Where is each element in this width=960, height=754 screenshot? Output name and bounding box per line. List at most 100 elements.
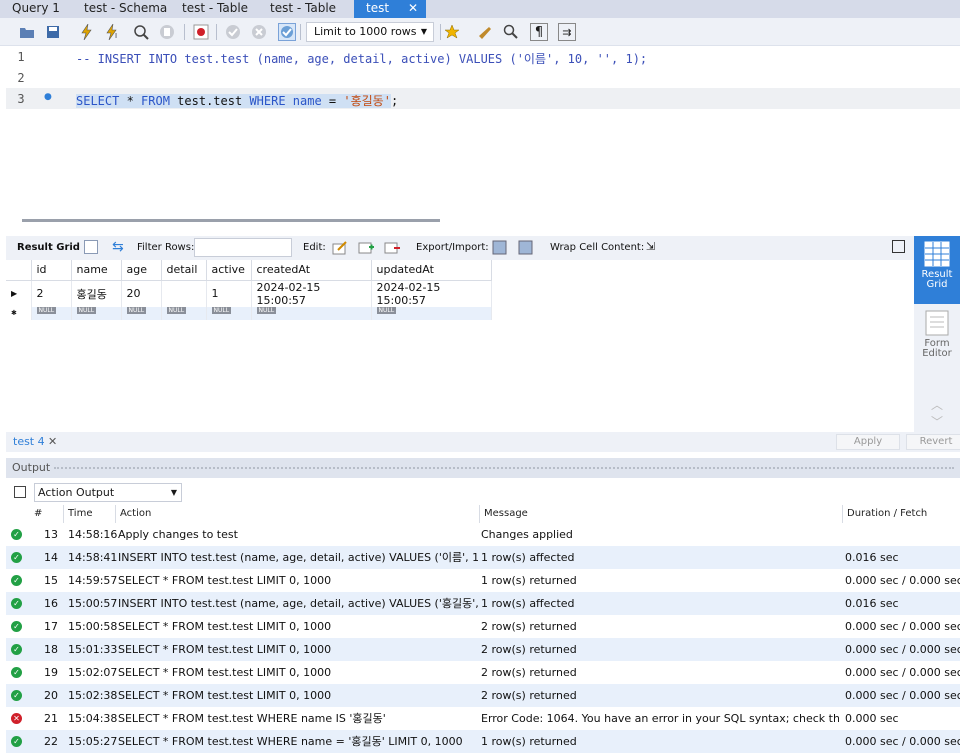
output-row[interactable]: ✓ 15 14:59:57 SELECT * FROM test.test LIMIT…	[6, 569, 960, 592]
cell-updatedAt[interactable]: 2024-02-15 15:00:57	[371, 280, 492, 307]
null-cell[interactable]: NULL	[206, 306, 252, 320]
column-header[interactable]: detail	[161, 260, 207, 281]
explain-magnifier-icon[interactable]	[132, 23, 150, 41]
tab-test[interactable]: test ✕	[354, 0, 426, 18]
tab-query-1[interactable]: Query 1	[0, 0, 72, 18]
output-cell-action: SELECT * FROM test.test LIMIT 0, 1000	[118, 666, 332, 679]
save-icon[interactable]	[44, 23, 62, 41]
invisible-chars-pilcrow-icon[interactable]: ¶	[530, 23, 548, 41]
success-status-icon: ✓	[11, 690, 22, 701]
rollback-icon[interactable]	[250, 23, 268, 41]
null-cell[interactable]: NULL	[371, 306, 492, 320]
null-cell[interactable]: NULL	[251, 306, 372, 320]
success-status-icon: ✓	[11, 529, 22, 540]
tab-result-test-4[interactable]: test 4	[13, 435, 45, 448]
result-grid-label: Result Grid	[17, 242, 80, 253]
commit-icon[interactable]	[224, 23, 242, 41]
code-line-3[interactable]: SELECT * FROM test.test WHERE name = '홍길…	[76, 92, 398, 109]
revert-button[interactable]: Revert	[906, 434, 960, 450]
column-header-time[interactable]: Time	[64, 505, 116, 523]
output-row[interactable]: ✓ 18 15:01:33 SELECT * FROM test.test LIMIT…	[6, 638, 960, 661]
delete-row-icon[interactable]	[384, 240, 400, 255]
refresh-icon[interactable]: ⇆	[112, 239, 124, 255]
column-header[interactable]: updatedAt	[371, 260, 492, 281]
column-header[interactable]: name	[71, 260, 122, 281]
output-row[interactable]: ✕ 21 15:04:38 SELECT * FROM test.test WHERE…	[6, 707, 960, 730]
chevron-down-icon: ▼	[420, 27, 427, 36]
cell-age[interactable]: 20	[121, 280, 162, 307]
column-header[interactable]: age	[121, 260, 162, 281]
column-header-duration[interactable]: Duration / Fetch	[843, 505, 960, 523]
table-row[interactable]: ▶ 2 홍길동 20 1 2024-02-15 15:00:57 2024-02…	[6, 280, 492, 307]
output-cell-time: 14:58:41	[68, 551, 118, 564]
code-line-1[interactable]: -- INSERT INTO test.test (name, age, det…	[76, 50, 647, 67]
open-folder-icon[interactable]	[18, 23, 36, 41]
export-icon[interactable]	[492, 240, 508, 255]
toggle-error-icon[interactable]	[192, 23, 210, 41]
null-cell[interactable]: NULL	[121, 306, 162, 320]
column-header-action[interactable]: Action	[116, 505, 480, 523]
import-icon[interactable]	[518, 240, 534, 255]
column-header[interactable]: id	[31, 260, 72, 281]
edit-row-icon[interactable]	[332, 240, 348, 255]
column-header[interactable]: active	[206, 260, 252, 281]
wrap-cell-icon[interactable]: ⇲	[646, 240, 655, 253]
sql-editor[interactable]	[6, 46, 960, 214]
output-cell-message: 2 row(s) returned	[481, 643, 577, 656]
output-row[interactable]: ✓ 20 15:02:38 SELECT * FROM test.test LIMIT…	[6, 684, 960, 707]
copy-output-icon[interactable]	[14, 486, 26, 498]
tab-test-table-1[interactable]: test - Table	[170, 0, 258, 18]
close-tab-icon[interactable]: ✕	[408, 0, 418, 16]
column-header[interactable]: createdAt	[251, 260, 372, 281]
new-row[interactable]: ✱ NULL NULL NULL NULL NULL NULL NULL	[6, 306, 492, 320]
scroll-chevron-icon[interactable]: ︿ ﹀	[914, 396, 960, 429]
cell-name[interactable]: 홍길동	[71, 280, 122, 307]
line-number: 2	[17, 71, 25, 85]
autocommit-toggle-icon[interactable]	[278, 23, 296, 41]
panel-grip[interactable]	[54, 467, 954, 469]
output-type-select[interactable]: Action Output ▼	[34, 483, 182, 502]
output-row[interactable]: ✓ 14 14:58:41 INSERT INTO test.test (name, …	[6, 546, 960, 569]
result-toolbar: Result Grid ⇆ Filter Rows: Edit: Export/…	[6, 236, 914, 260]
filter-rows-input[interactable]	[194, 238, 292, 257]
output-row[interactable]: ✓ 13 14:58:16 Apply changes to test Changes …	[6, 523, 960, 546]
toggle-side-panel-icon[interactable]	[892, 240, 905, 253]
column-header-num[interactable]: #	[30, 505, 64, 523]
row-selector-icon[interactable]: ▶	[6, 280, 32, 307]
editor-horizontal-scrollbar[interactable]	[22, 219, 440, 222]
null-cell[interactable]: NULL	[31, 306, 72, 320]
cell-detail[interactable]	[161, 280, 207, 307]
output-row[interactable]: ✓ 17 15:00:58 SELECT * FROM test.test LIMIT…	[6, 615, 960, 638]
tab-test-table-2[interactable]: test - Table	[258, 0, 354, 18]
output-row[interactable]: ✓ 16 15:00:57 INSERT INTO test.test (name, …	[6, 592, 960, 615]
column-header-message[interactable]: Message	[480, 505, 843, 523]
add-row-icon[interactable]	[358, 240, 374, 255]
success-status-icon: ✓	[11, 575, 22, 586]
output-cell-num: 22	[44, 735, 58, 748]
word-wrap-icon[interactable]: ⇉	[558, 23, 576, 41]
beautify-brush-icon[interactable]	[476, 23, 494, 41]
output-row[interactable]: ✓ 22 15:05:27 SELECT * FROM test.test WHERE…	[6, 730, 960, 753]
cell-id[interactable]: 2	[31, 280, 72, 307]
execute-current-icon[interactable]: I	[104, 23, 122, 41]
row-header-corner	[6, 260, 32, 281]
close-result-tab-icon[interactable]: ✕	[48, 435, 57, 448]
null-cell[interactable]: NULL	[71, 306, 122, 320]
form-editor-side-button[interactable]: Form Editor	[914, 308, 960, 368]
null-cell[interactable]: NULL	[161, 306, 207, 320]
execute-lightning-icon[interactable]	[78, 23, 96, 41]
limit-rows-select[interactable]: Limit to 1000 rows ▼	[306, 22, 434, 42]
cell-createdAt[interactable]: 2024-02-15 15:00:57	[251, 280, 372, 307]
line-number: 1	[17, 50, 25, 64]
result-grid-side-button[interactable]: Result Grid	[914, 236, 960, 304]
apply-button[interactable]: Apply	[836, 434, 900, 450]
result-side-panel: Result Grid Form Editor ︿ ﹀	[914, 236, 960, 434]
tab-test-schema[interactable]: test - Schema	[72, 0, 170, 18]
find-magnifier-icon[interactable]	[502, 23, 520, 41]
add-snippet-star-icon[interactable]	[444, 23, 462, 41]
cell-active[interactable]: 1	[206, 280, 252, 307]
grid-view-icon[interactable]	[84, 240, 98, 254]
stop-icon[interactable]	[158, 23, 176, 41]
output-row[interactable]: ✓ 19 15:02:07 SELECT * FROM test.test LIMIT…	[6, 661, 960, 684]
export-import-label: Export/Import:	[416, 242, 489, 253]
